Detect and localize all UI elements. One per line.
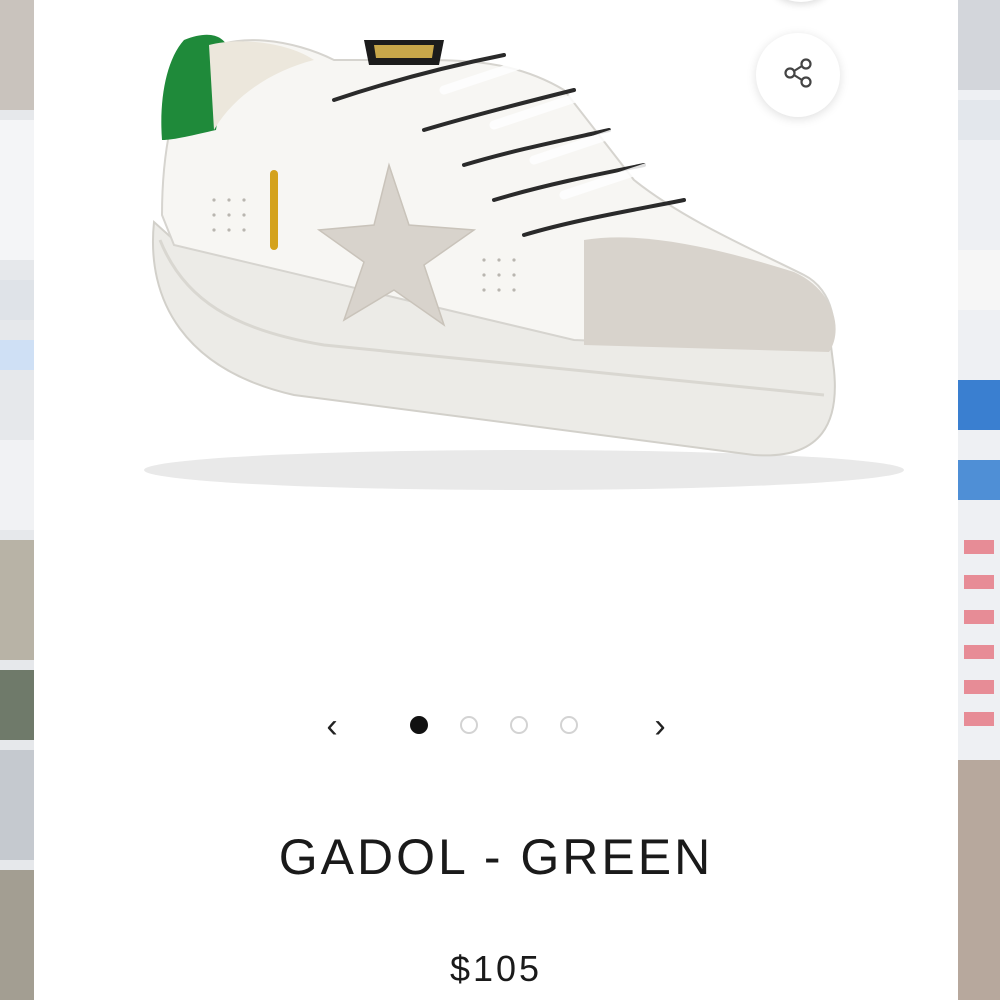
product-card: ‹ › GADOL - GREEN $105 bbox=[34, 0, 958, 1000]
carousel-prev-button[interactable]: ‹ bbox=[312, 700, 352, 752]
share-icon bbox=[780, 55, 816, 96]
product-price: $105 bbox=[449, 948, 543, 989]
background-app-left bbox=[0, 0, 34, 1000]
chevron-right-icon: › bbox=[654, 706, 666, 745]
product-title: GADOL - GREEN bbox=[278, 829, 714, 885]
carousel-next-button[interactable]: › bbox=[640, 700, 680, 752]
share-button[interactable] bbox=[756, 33, 840, 117]
carousel-dot-1[interactable] bbox=[410, 716, 428, 734]
background-app-right bbox=[958, 0, 1000, 1000]
carousel-dot-2[interactable] bbox=[460, 716, 478, 734]
carousel-dot-4[interactable] bbox=[560, 716, 578, 734]
carousel-dot-3[interactable] bbox=[510, 716, 528, 734]
product-image[interactable] bbox=[34, 0, 958, 520]
chevron-left-icon: ‹ bbox=[326, 706, 338, 745]
image-carousel-controls: ‹ › bbox=[34, 700, 958, 752]
